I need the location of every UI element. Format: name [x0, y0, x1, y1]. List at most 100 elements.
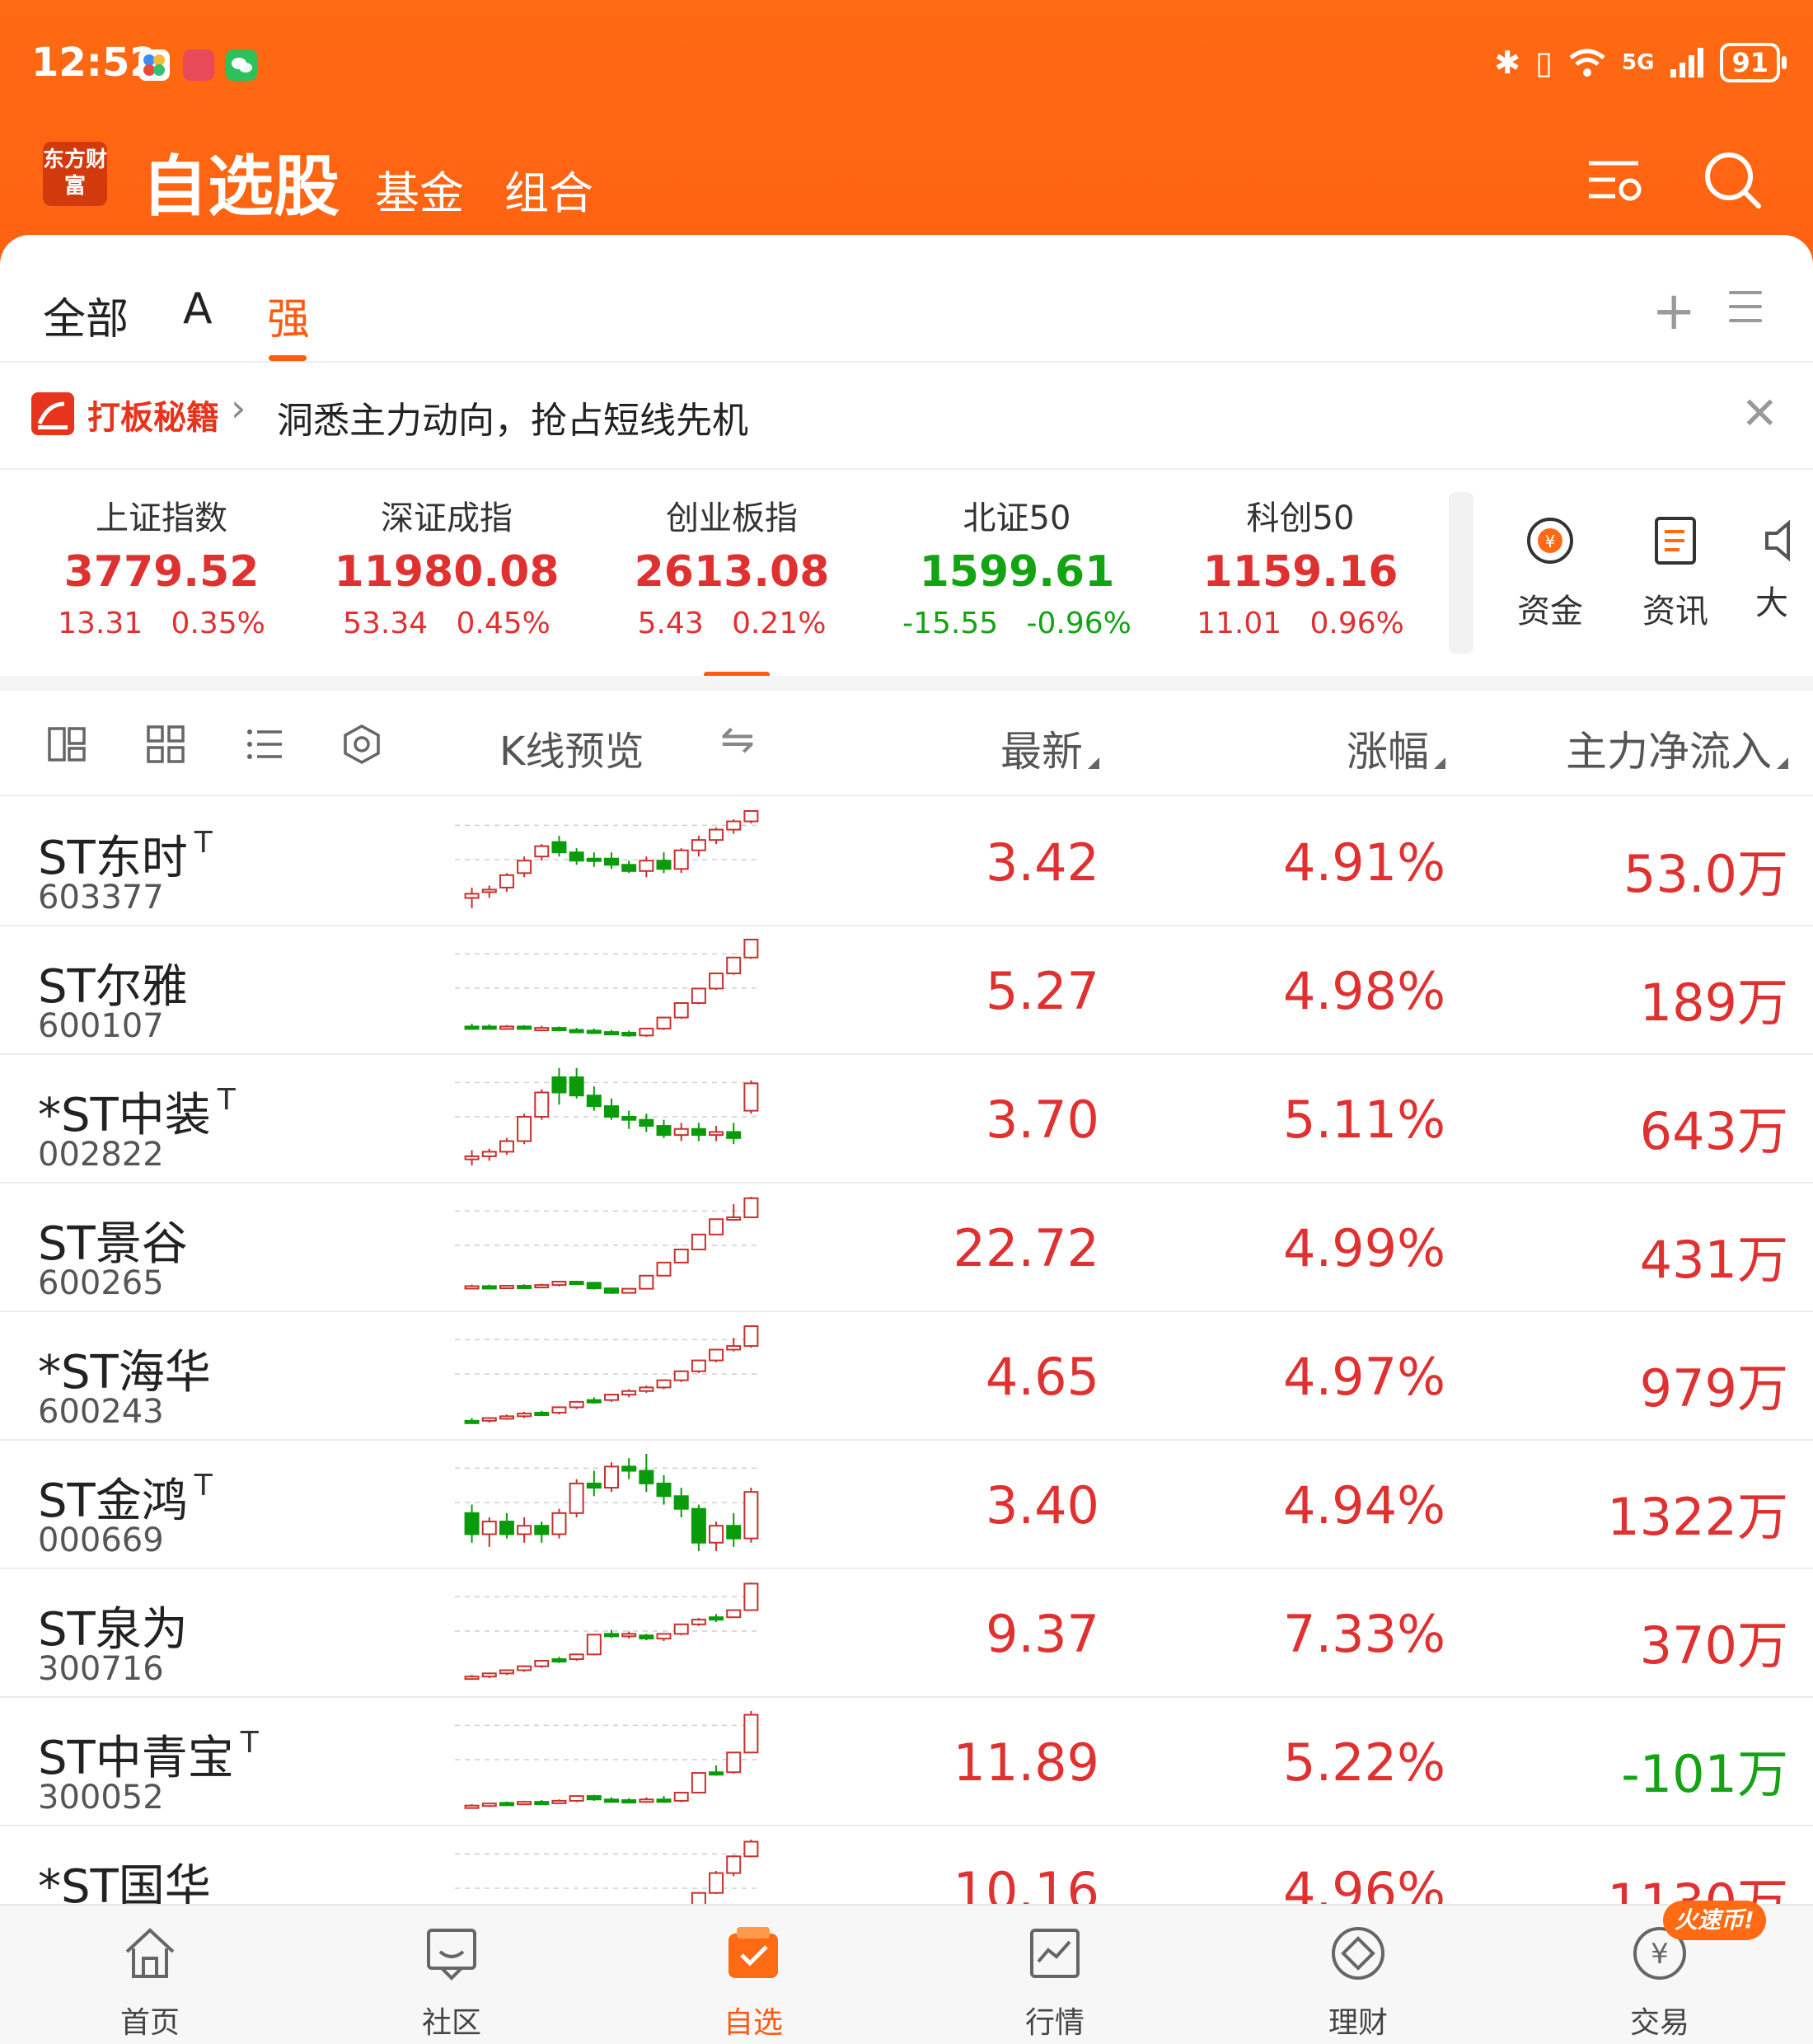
- app-logo[interactable]: 东方财富: [43, 142, 107, 206]
- kline-candle: [586, 1397, 602, 1404]
- nav-item-watchlist[interactable]: 自选: [671, 1922, 836, 2042]
- stock-row[interactable]: ST尔雅 600107 5.27 4.98% 189万: [0, 926, 1813, 1055]
- kline-candle: [743, 1488, 759, 1543]
- index-value: 2613.08: [634, 547, 830, 597]
- page-title-watchlist[interactable]: 自选股: [142, 134, 340, 229]
- nav-item-finance[interactable]: 理财: [1276, 1922, 1441, 2042]
- change-pct-header[interactable]: 涨幅: [1347, 719, 1445, 778]
- swap-icon[interactable]: ⇋: [720, 715, 755, 763]
- tab-a[interactable]: A: [183, 284, 213, 334]
- stock-name: *ST海华: [38, 1346, 211, 1399]
- kline-preview: [455, 1197, 761, 1294]
- stock-row[interactable]: ST景谷 600265 22.72 4.99% 431万: [0, 1184, 1813, 1312]
- stock-change-pct: 4.91%: [1283, 832, 1445, 893]
- index-card[interactable]: 创业板指 2613.08 5.43 0.21%: [592, 491, 872, 640]
- wechat-notification-icon: [226, 49, 257, 81]
- group-menu-icon[interactable]: [1729, 291, 1762, 333]
- quick-funds-button[interactable]: ¥ 资金: [1505, 513, 1595, 632]
- signal-icon: [1670, 48, 1704, 77]
- index-change: 5.43 0.21%: [637, 607, 827, 640]
- kline-candle: [743, 1325, 759, 1348]
- kline-candle: [534, 1283, 550, 1289]
- stock-row[interactable]: ST东时 T 603377 3.42 4.91% 53.0万: [0, 798, 1813, 926]
- vibrate-icon: ▯: [1535, 45, 1553, 81]
- stock-change-pct: 5.11%: [1283, 1090, 1445, 1150]
- kline-candle: [709, 1218, 724, 1235]
- promo-brand: 打板秘籍: [87, 399, 219, 437]
- stock-net-inflow: 1322万: [1607, 1487, 1788, 1547]
- stock-tag: T: [240, 1726, 259, 1760]
- nav-item-community[interactable]: 社区: [369, 1922, 534, 2042]
- index-card[interactable]: 上证指数 3779.52 13.31 0.35%: [21, 491, 302, 640]
- index-name: 创业板指: [666, 499, 798, 537]
- kline-candle: [726, 1338, 742, 1352]
- tab-strong[interactable]: 强: [267, 284, 310, 346]
- kline-candle: [691, 1123, 706, 1142]
- kline-candle: [551, 1657, 567, 1663]
- kline-candle: [639, 1113, 654, 1132]
- nav-item-home[interactable]: 首页: [68, 1922, 232, 2042]
- kline-candle: [481, 1672, 497, 1679]
- kline-candle: [499, 1024, 514, 1030]
- nav-label: 交易: [1629, 2006, 1689, 2040]
- close-icon[interactable]: ✕: [1741, 387, 1778, 439]
- stock-price: 3.70: [985, 1090, 1099, 1150]
- promo-banner[interactable]: 打板秘籍 › 洞悉主力动向，抢占短线先机 ✕: [0, 364, 1813, 470]
- quick-news-button[interactable]: 资讯: [1630, 513, 1721, 632]
- kline-candle: [621, 860, 637, 874]
- tab-all[interactable]: 全部: [43, 284, 129, 346]
- header-tab-portfolio[interactable]: 组合: [504, 157, 593, 222]
- app-header: 东方财富 自选股 基金 组合: [0, 132, 1813, 239]
- kline-candle: [464, 887, 480, 908]
- kline-candle: [569, 1795, 584, 1803]
- view-list-icon[interactable]: [244, 724, 285, 765]
- kline-candle: [621, 1458, 637, 1479]
- stock-row[interactable]: ST中青宝 T 300052 11.89 5.22% -101万: [0, 1698, 1813, 1826]
- quick-more-button[interactable]: 大: [1755, 513, 1813, 624]
- kline-candle: [604, 1462, 619, 1493]
- quick-news-label: 资讯: [1642, 593, 1708, 631]
- kline-candle: [726, 1609, 742, 1619]
- stock-price: 11.89: [953, 1732, 1100, 1793]
- view-card-icon[interactable]: [46, 724, 87, 765]
- main-net-inflow-header[interactable]: 主力净流入: [1566, 719, 1788, 778]
- stock-price: 4.65: [985, 1347, 1099, 1407]
- view-target-icon[interactable]: [341, 724, 382, 765]
- view-grid-icon[interactable]: [145, 724, 186, 765]
- kline-candle: [726, 1204, 742, 1221]
- news-icon: [1655, 517, 1696, 565]
- search-icon[interactable]: [1699, 147, 1765, 213]
- stock-row[interactable]: ST金鸿 T 000669 3.40 4.94% 1322万: [0, 1441, 1813, 1569]
- community-icon: [427, 1929, 476, 1981]
- stock-name: ST尔雅: [38, 960, 188, 1014]
- index-card[interactable]: 深证成指 11980.08 53.34 0.45%: [307, 491, 587, 640]
- stock-net-inflow: -101万: [1621, 1744, 1788, 1804]
- kline-preview: [455, 1325, 761, 1424]
- stock-row[interactable]: *ST中装 T 002822 3.70 5.11% 643万: [0, 1055, 1813, 1184]
- kline-preview-header[interactable]: K线预览: [499, 719, 644, 776]
- kline-candle: [709, 1126, 724, 1142]
- promo-badge[interactable]: 火速币!: [1663, 1901, 1766, 1940]
- index-card[interactable]: 科创50 1159.16 11.01 0.96%: [1160, 491, 1441, 640]
- status-right: ✱ ▯ 5G 91: [1494, 43, 1787, 82]
- kline-candle: [639, 1454, 654, 1493]
- stock-name: ST中青宝 T: [38, 1726, 259, 1785]
- kline-candle: [586, 852, 602, 867]
- nav-item-market[interactable]: 行情: [972, 1922, 1137, 2042]
- settings-list-icon[interactable]: [1582, 147, 1648, 213]
- kline-candle: [534, 1800, 550, 1806]
- stock-row[interactable]: ST泉为 300716 9.37 7.33% 370万: [0, 1569, 1813, 1698]
- kline-candle: [464, 1150, 480, 1165]
- add-group-icon[interactable]: +: [1651, 281, 1696, 342]
- app-notification-icon: [138, 49, 170, 81]
- bluetooth-icon: ✱: [1494, 45, 1521, 81]
- latest-price-header[interactable]: 最新: [1000, 719, 1099, 778]
- header-tab-funds[interactable]: 基金: [375, 157, 464, 222]
- stock-row[interactable]: *ST海华 600243 4.65 4.97% 979万: [0, 1312, 1813, 1441]
- kline-candle: [551, 1281, 567, 1287]
- index-card[interactable]: 北证50 1599.61 -15.55 -0.96%: [877, 491, 1157, 640]
- index-change: 13.31 0.35%: [58, 607, 265, 640]
- kline-candle: [481, 1517, 497, 1547]
- index-strip-fade: [1449, 492, 1473, 654]
- kline-candle: [726, 1123, 742, 1145]
